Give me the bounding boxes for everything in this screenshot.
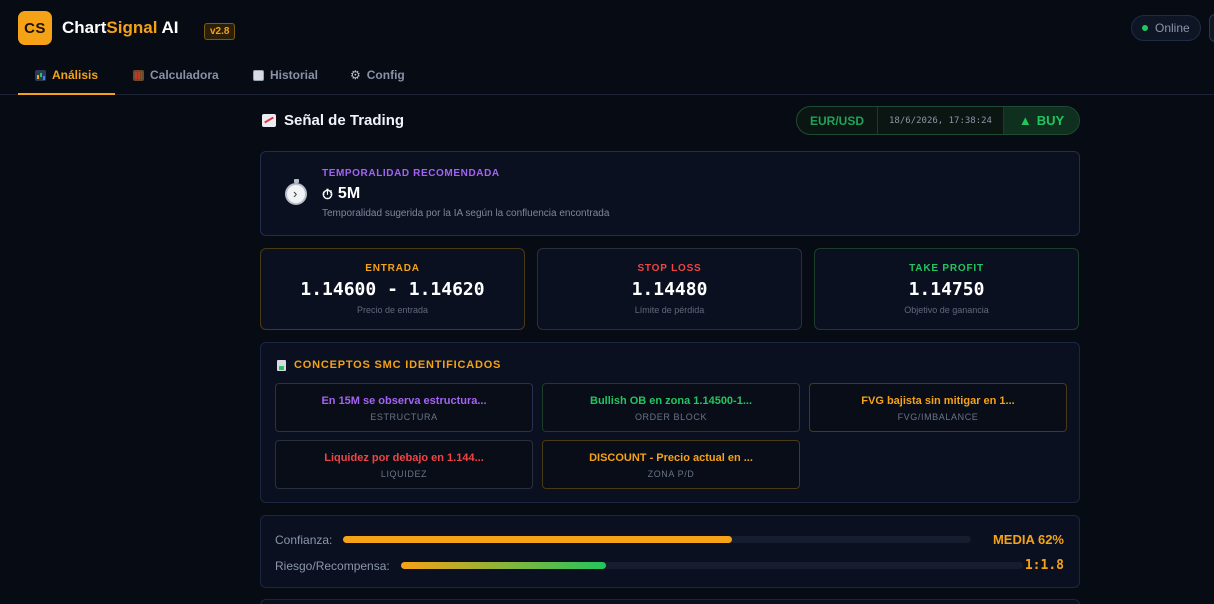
take-profit-card: TAKE PROFIT 1.14750 Objetivo de ganancia bbox=[814, 248, 1079, 330]
header-action-button[interactable] bbox=[1209, 14, 1214, 42]
document-chart-icon bbox=[277, 359, 286, 371]
concept-item[interactable]: Liquidez por debajo en 1.144... LIQUIDEZ bbox=[275, 440, 533, 489]
signal-summary: EUR/USD 18/6/2026, 17:38:24 ▲ BUY bbox=[796, 106, 1080, 135]
concept-item[interactable]: DISCOUNT - Precio actual en ... ZONA P/D bbox=[542, 440, 800, 489]
concept-text: Liquidez por debajo en 1.144... bbox=[324, 452, 484, 464]
timeframe-label: TEMPORALIDAD RECOMENDADA bbox=[322, 168, 500, 179]
page-title: Señal de Trading bbox=[262, 112, 404, 129]
smc-header: CONCEPTOS SMC IDENTIFICADOS bbox=[277, 359, 501, 371]
concept-item[interactable]: Bullish OB en zona 1.14500-1... ORDER BL… bbox=[542, 383, 800, 432]
confidence-card: Confianza: MEDIA 62% Riesgo/Recompensa: … bbox=[260, 515, 1080, 588]
next-section-card bbox=[260, 599, 1080, 604]
concept-text: En 15M se observa estructura... bbox=[321, 395, 487, 407]
risk-reward-bar-fill bbox=[401, 562, 607, 569]
app-name-part1: Chart bbox=[62, 18, 107, 37]
concept-type: ORDER BLOCK bbox=[634, 412, 708, 422]
timeframe-description: Temporalidad sugerida por la IA según la… bbox=[322, 208, 610, 219]
concept-text: DISCOUNT - Precio actual en ... bbox=[589, 452, 753, 464]
concept-type: LIQUIDEZ bbox=[380, 469, 428, 479]
timer-icon: ⏱ bbox=[322, 185, 333, 202]
version-badge: v2.8 bbox=[204, 23, 236, 40]
smc-concepts-card: CONCEPTOS SMC IDENTIFICADOS En 15M se ob… bbox=[260, 342, 1080, 503]
timeframe-card: TEMPORALIDAD RECOMENDADA ⏱ 5M Temporalid… bbox=[260, 151, 1080, 236]
confidence-value: MEDIA 62% bbox=[992, 532, 1064, 547]
risk-reward-label: Riesgo/Recompensa: bbox=[275, 559, 390, 573]
concept-text: Bullish OB en zona 1.14500-1... bbox=[590, 395, 752, 407]
signal-timestamp: 18/6/2026, 17:38:24 bbox=[878, 107, 1004, 134]
risk-reward-value: 1:1.8 bbox=[1024, 558, 1064, 573]
timeframe-value-text: 5M bbox=[337, 185, 361, 202]
app-header: CS ChartSignal AI v2.8 Online bbox=[0, 0, 1214, 56]
take-profit-value: 1.14750 bbox=[908, 279, 985, 300]
confidence-label: Confianza: bbox=[275, 533, 333, 547]
risk-reward-bar bbox=[401, 562, 1023, 569]
stop-loss-value: 1.14480 bbox=[631, 279, 708, 300]
stop-loss-label: STOP LOSS bbox=[637, 263, 702, 274]
smc-title: CONCEPTOS SMC IDENTIFICADOS bbox=[294, 359, 502, 371]
entry-card: ENTRADA 1.14600 - 1.14620 Precio de entr… bbox=[260, 248, 525, 330]
app-name-part2: Signal bbox=[106, 18, 158, 37]
direction-text: BUY bbox=[1036, 113, 1065, 128]
page-title-text: Señal de Trading bbox=[284, 112, 405, 129]
stop-loss-card: STOP LOSS 1.14480 Límite de pérdida bbox=[537, 248, 802, 330]
entry-label: ENTRADA bbox=[365, 263, 420, 274]
tab-label: Historial bbox=[270, 68, 319, 82]
stopwatch-icon bbox=[285, 179, 307, 205]
concept-item[interactable]: FVG bajista sin mitigar en 1... FVG/IMBA… bbox=[809, 383, 1067, 432]
currency-pair: EUR/USD bbox=[797, 107, 878, 134]
tab-analisis[interactable]: Análisis bbox=[18, 56, 115, 95]
bar-chart-icon bbox=[34, 69, 46, 81]
app-name: ChartSignal AI bbox=[62, 18, 179, 38]
status-text: Online bbox=[1155, 21, 1190, 35]
status-dot-icon bbox=[1142, 25, 1148, 31]
app-name-part3: AI bbox=[157, 18, 179, 37]
concept-item[interactable]: En 15M se observa estructura... ESTRUCTU… bbox=[275, 383, 533, 432]
clipboard-icon bbox=[253, 69, 264, 81]
signal-direction: ▲ BUY bbox=[1004, 107, 1079, 134]
status-badge: Online bbox=[1131, 15, 1201, 41]
take-profit-sub: Objetivo de ganancia bbox=[904, 305, 989, 315]
tab-label: Análisis bbox=[51, 68, 99, 82]
abacus-icon bbox=[133, 69, 144, 81]
entry-value: 1.14600 - 1.14620 bbox=[300, 279, 485, 300]
concept-type: FVG/IMBALANCE bbox=[897, 412, 979, 422]
concept-type: ESTRUCTURA bbox=[370, 412, 438, 422]
tab-label: Config bbox=[366, 68, 405, 82]
arrow-up-icon: ▲ bbox=[1018, 113, 1032, 128]
concept-type: ZONA P/D bbox=[647, 469, 695, 479]
confidence-bar bbox=[343, 536, 971, 543]
main-nav: Análisis Calculadora Historial ⚙ Config bbox=[0, 56, 1214, 95]
entry-sub: Precio de entrada bbox=[356, 305, 429, 315]
concept-text: FVG bajista sin mitigar en 1... bbox=[861, 395, 1015, 407]
tab-label: Calculadora bbox=[150, 68, 219, 82]
trending-chart-icon bbox=[262, 114, 276, 127]
take-profit-label: TAKE PROFIT bbox=[909, 263, 984, 274]
tab-historial[interactable]: Historial bbox=[253, 56, 318, 94]
timeframe-value: ⏱ 5M bbox=[322, 185, 360, 203]
tab-config[interactable]: ⚙ Config bbox=[350, 56, 405, 94]
app-logo: CS bbox=[18, 11, 52, 45]
confidence-bar-fill bbox=[343, 536, 733, 543]
tab-calculadora[interactable]: Calculadora bbox=[133, 56, 219, 94]
stop-loss-sub: Límite de pérdida bbox=[634, 305, 705, 315]
gear-icon: ⚙ bbox=[350, 68, 361, 82]
